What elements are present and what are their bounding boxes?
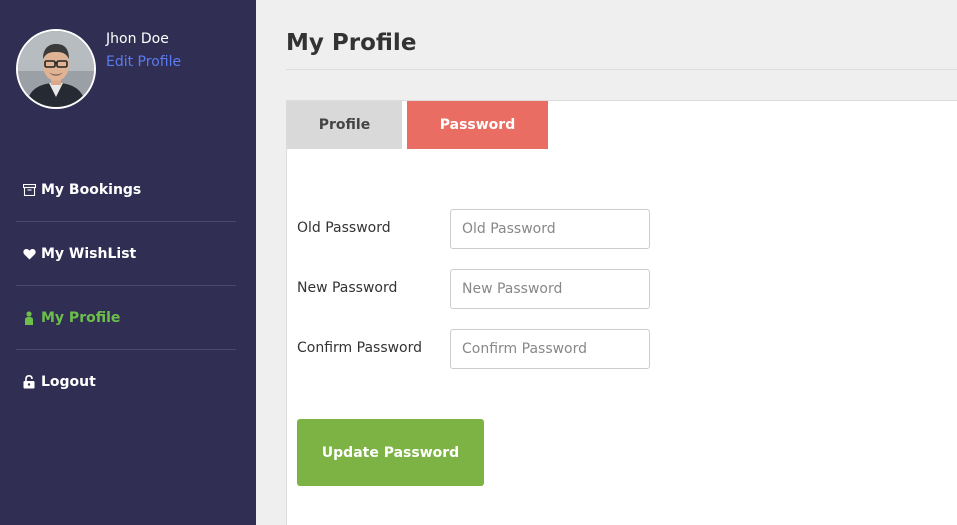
person-icon [22,310,36,325]
tab-profile[interactable]: Profile [287,101,402,149]
old-password-field[interactable] [450,209,650,249]
confirm-password-label: Confirm Password [297,340,423,356]
user-photo [18,31,94,107]
heart-icon [22,247,36,261]
avatar[interactable] [16,29,96,109]
sidebar-item-logout[interactable]: Logout [16,350,236,414]
sidebar: Jhon Doe Edit Profile My Bookings My Wis… [0,0,256,525]
page-title: My Profile [286,30,417,56]
confirm-password-field[interactable] [450,329,650,369]
sidebar-nav: My Bookings My WishList My Profile Logou… [16,158,236,414]
sidebar-item-my-wishlist[interactable]: My WishList [16,222,236,286]
new-password-field[interactable] [450,269,650,309]
old-password-label: Old Password [297,220,391,236]
title-divider [286,69,957,70]
archive-icon [22,183,36,197]
user-name: Jhon Doe [106,31,169,47]
edit-profile-link[interactable]: Edit Profile [106,54,181,70]
new-password-label: New Password [297,280,398,296]
sidebar-item-label: My Bookings [41,181,142,198]
update-password-button[interactable]: Update Password [297,419,484,486]
sidebar-item-label: Logout [41,374,96,390]
tab-password[interactable]: Password [407,101,548,149]
sidebar-item-my-bookings[interactable]: My Bookings [16,158,236,222]
sidebar-item-my-profile[interactable]: My Profile [16,286,236,350]
sidebar-item-label: My Profile [41,309,121,326]
lock-icon [22,375,36,389]
sidebar-item-label: My WishList [41,245,137,262]
